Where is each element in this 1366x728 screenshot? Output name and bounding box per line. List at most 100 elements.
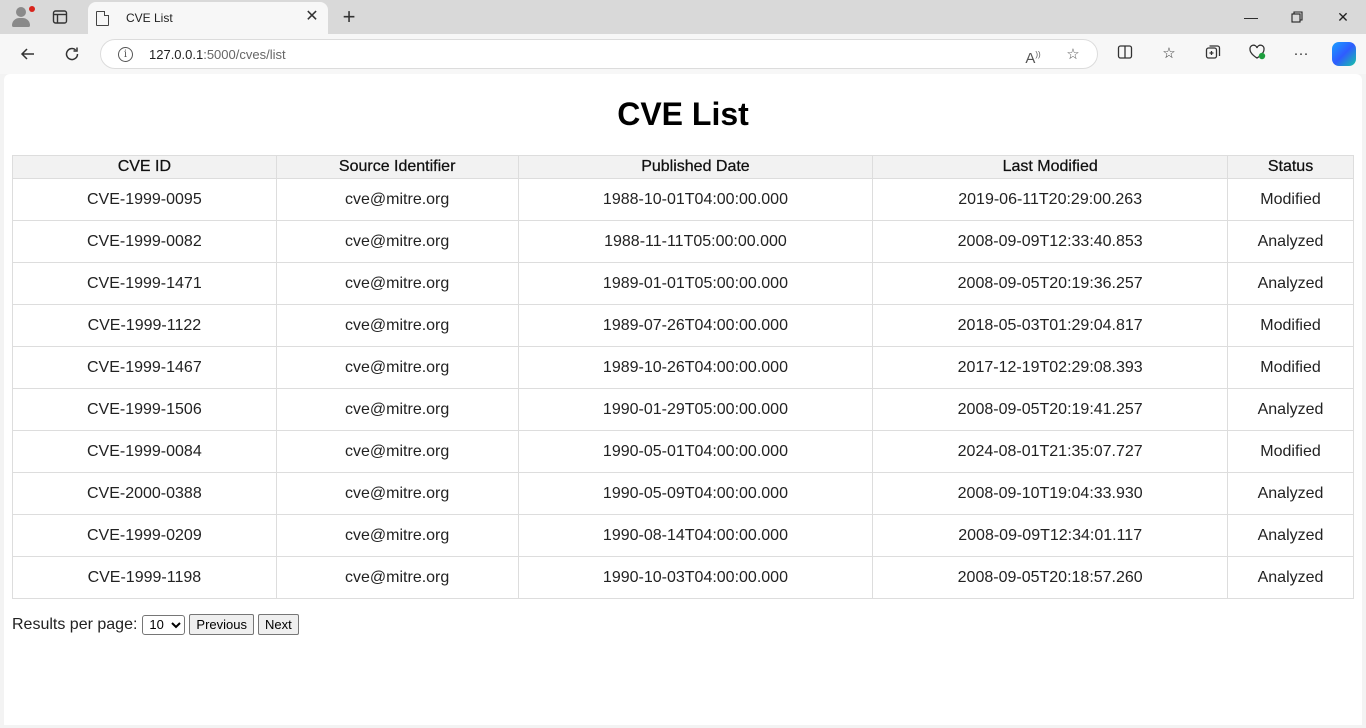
cell-published-date: 1990-08-14T04:00:00.000 [517,514,874,557]
cell-published-date: 1990-10-03T04:00:00.000 [517,556,874,599]
cell-source-identifier: cve@mitre.org [275,220,519,263]
cell-status: Modified [1227,430,1354,473]
cell-status: Analyzed [1227,388,1354,431]
cell-status: Analyzed [1227,556,1354,599]
cell-last-modified: 2008-09-05T20:19:41.257 [872,388,1229,431]
cell-last-modified: 2008-09-05T20:18:57.260 [872,556,1229,599]
cell-cve-id: CVE-1999-1506 [12,388,277,431]
cell-cve-id: CVE-1999-1122 [12,304,277,347]
table-row: CVE-1999-0084 cve@mitre.org 1990-05-01T0… [12,430,1354,473]
table-row: CVE-1999-0095 cve@mitre.org 1988-10-01T0… [12,178,1354,221]
cell-last-modified: 2008-09-09T12:33:40.853 [872,220,1229,263]
cell-cve-id: CVE-1999-0209 [12,514,277,557]
cell-published-date: 1990-01-29T05:00:00.000 [517,388,874,431]
cell-last-modified: 2017-12-19T02:29:08.393 [872,346,1229,389]
cell-status: Analyzed [1227,472,1354,515]
browser-essentials-icon[interactable] [1246,44,1268,64]
table-row: CVE-1999-0209 cve@mitre.org 1990-08-14T0… [12,514,1354,557]
cell-status: Modified [1227,178,1354,221]
new-tab-icon[interactable]: + [333,4,365,30]
table-header-row: CVE ID Source Identifier Published Date … [12,155,1354,179]
cell-last-modified: 2008-09-05T20:19:36.257 [872,262,1229,305]
more-options-icon[interactable]: ··· [1290,44,1312,64]
cell-published-date: 1989-07-26T04:00:00.000 [517,304,874,347]
tab-actions-icon[interactable] [44,4,76,30]
pagination-bar: Results per page: 10 Previous Next [12,614,299,635]
table-row: CVE-1999-0082 cve@mitre.org 1988-11-11T0… [12,220,1354,263]
table-row: CVE-2000-0388 cve@mitre.org 1990-05-09T0… [12,472,1354,515]
copilot-icon[interactable] [1332,42,1356,66]
cell-published-date: 1990-05-01T04:00:00.000 [517,430,874,473]
cell-source-identifier: cve@mitre.org [275,472,519,515]
notification-dot [29,6,35,12]
minimize-icon[interactable]: — [1228,0,1274,34]
cell-source-identifier: cve@mitre.org [275,556,519,599]
cell-cve-id: CVE-2000-0388 [12,472,277,515]
cell-last-modified: 2008-09-10T19:04:33.930 [872,472,1229,515]
table-row: CVE-1999-1467 cve@mitre.org 1989-10-26T0… [12,346,1354,389]
restore-icon[interactable] [1274,0,1320,34]
cell-cve-id: CVE-1999-0095 [12,178,277,221]
back-icon[interactable] [13,40,43,68]
cell-published-date: 1990-05-09T04:00:00.000 [517,472,874,515]
cell-source-identifier: cve@mitre.org [275,262,519,305]
cell-status: Analyzed [1227,262,1354,305]
cell-source-identifier: cve@mitre.org [275,346,519,389]
page-viewport: CVE List CVE ID Source Identifier Publis… [4,74,1362,725]
read-aloud-icon[interactable]: A)) [1023,45,1043,67]
url-path: :5000/cves/list [203,47,286,62]
cell-source-identifier: cve@mitre.org [275,430,519,473]
cell-cve-id: CVE-1999-1467 [12,346,277,389]
browser-tab-active[interactable]: CVE List ✕ [88,2,328,34]
favorite-star-icon[interactable]: ☆ [1063,45,1083,65]
collections-icon[interactable] [1202,44,1224,64]
close-window-icon[interactable]: ✕ [1320,0,1366,34]
column-header-last-modified: Last Modified [872,155,1229,179]
cve-table: CVE ID Source Identifier Published Date … [12,155,1354,599]
url-text: 127.0.0.1:5000/cves/list [149,47,286,62]
cell-published-date: 1989-10-26T04:00:00.000 [517,346,874,389]
cell-last-modified: 2008-09-09T12:34:01.117 [872,514,1229,557]
table-row: CVE-1999-1471 cve@mitre.org 1989-01-01T0… [12,262,1354,305]
profile-avatar-icon[interactable] [6,4,38,30]
results-per-page-label: Results per page: [12,615,138,633]
tab-strip: CVE List ✕ + — ✕ [0,0,1366,34]
address-bar[interactable]: i 127.0.0.1:5000/cves/list A)) ☆ [100,39,1098,69]
cell-cve-id: CVE-1999-1198 [12,556,277,599]
cell-last-modified: 2018-05-03T01:29:04.817 [872,304,1229,347]
cell-status: Analyzed [1227,514,1354,557]
next-button[interactable]: Next [257,614,299,635]
table-row: CVE-1999-1506 cve@mitre.org 1990-01-29T0… [12,388,1354,431]
refresh-icon[interactable] [57,40,87,68]
cell-source-identifier: cve@mitre.org [275,178,519,221]
cell-last-modified: 2024-08-01T21:35:07.727 [872,430,1229,473]
favorites-icon[interactable]: ☆ [1158,44,1180,64]
column-header-published-date: Published Date [517,155,874,179]
cell-published-date: 1988-10-01T04:00:00.000 [517,178,874,221]
split-screen-icon[interactable] [1114,44,1136,64]
page-icon [96,10,109,26]
close-tab-icon[interactable]: ✕ [304,9,320,25]
previous-button[interactable]: Previous [189,614,254,635]
table-row: CVE-1999-1198 cve@mitre.org 1990-10-03T0… [12,556,1354,599]
cell-source-identifier: cve@mitre.org [275,514,519,557]
cell-cve-id: CVE-1999-0084 [12,430,277,473]
table-row: CVE-1999-1122 cve@mitre.org 1989-07-26T0… [12,304,1354,347]
cell-status: Modified [1227,346,1354,389]
page-title: CVE List [617,96,749,132]
cell-status: Analyzed [1227,220,1354,263]
cell-published-date: 1989-01-01T05:00:00.000 [517,262,874,305]
column-header-cve-id: CVE ID [12,155,277,179]
column-header-source-identifier: Source Identifier [275,155,519,179]
cell-status: Modified [1227,304,1354,347]
cell-cve-id: CVE-1999-1471 [12,262,277,305]
cell-published-date: 1988-11-11T05:00:00.000 [517,220,874,263]
cell-source-identifier: cve@mitre.org [275,304,519,347]
cell-last-modified: 2019-06-11T20:29:00.263 [872,178,1229,221]
browser-toolbar: i 127.0.0.1:5000/cves/list A)) ☆ ☆ ··· [0,34,1366,74]
cell-cve-id: CVE-1999-0082 [12,220,277,263]
cell-source-identifier: cve@mitre.org [275,388,519,431]
site-info-icon[interactable]: i [118,47,133,62]
results-per-page-select[interactable]: 10 [142,614,186,635]
url-host: 127.0.0.1 [149,47,204,62]
